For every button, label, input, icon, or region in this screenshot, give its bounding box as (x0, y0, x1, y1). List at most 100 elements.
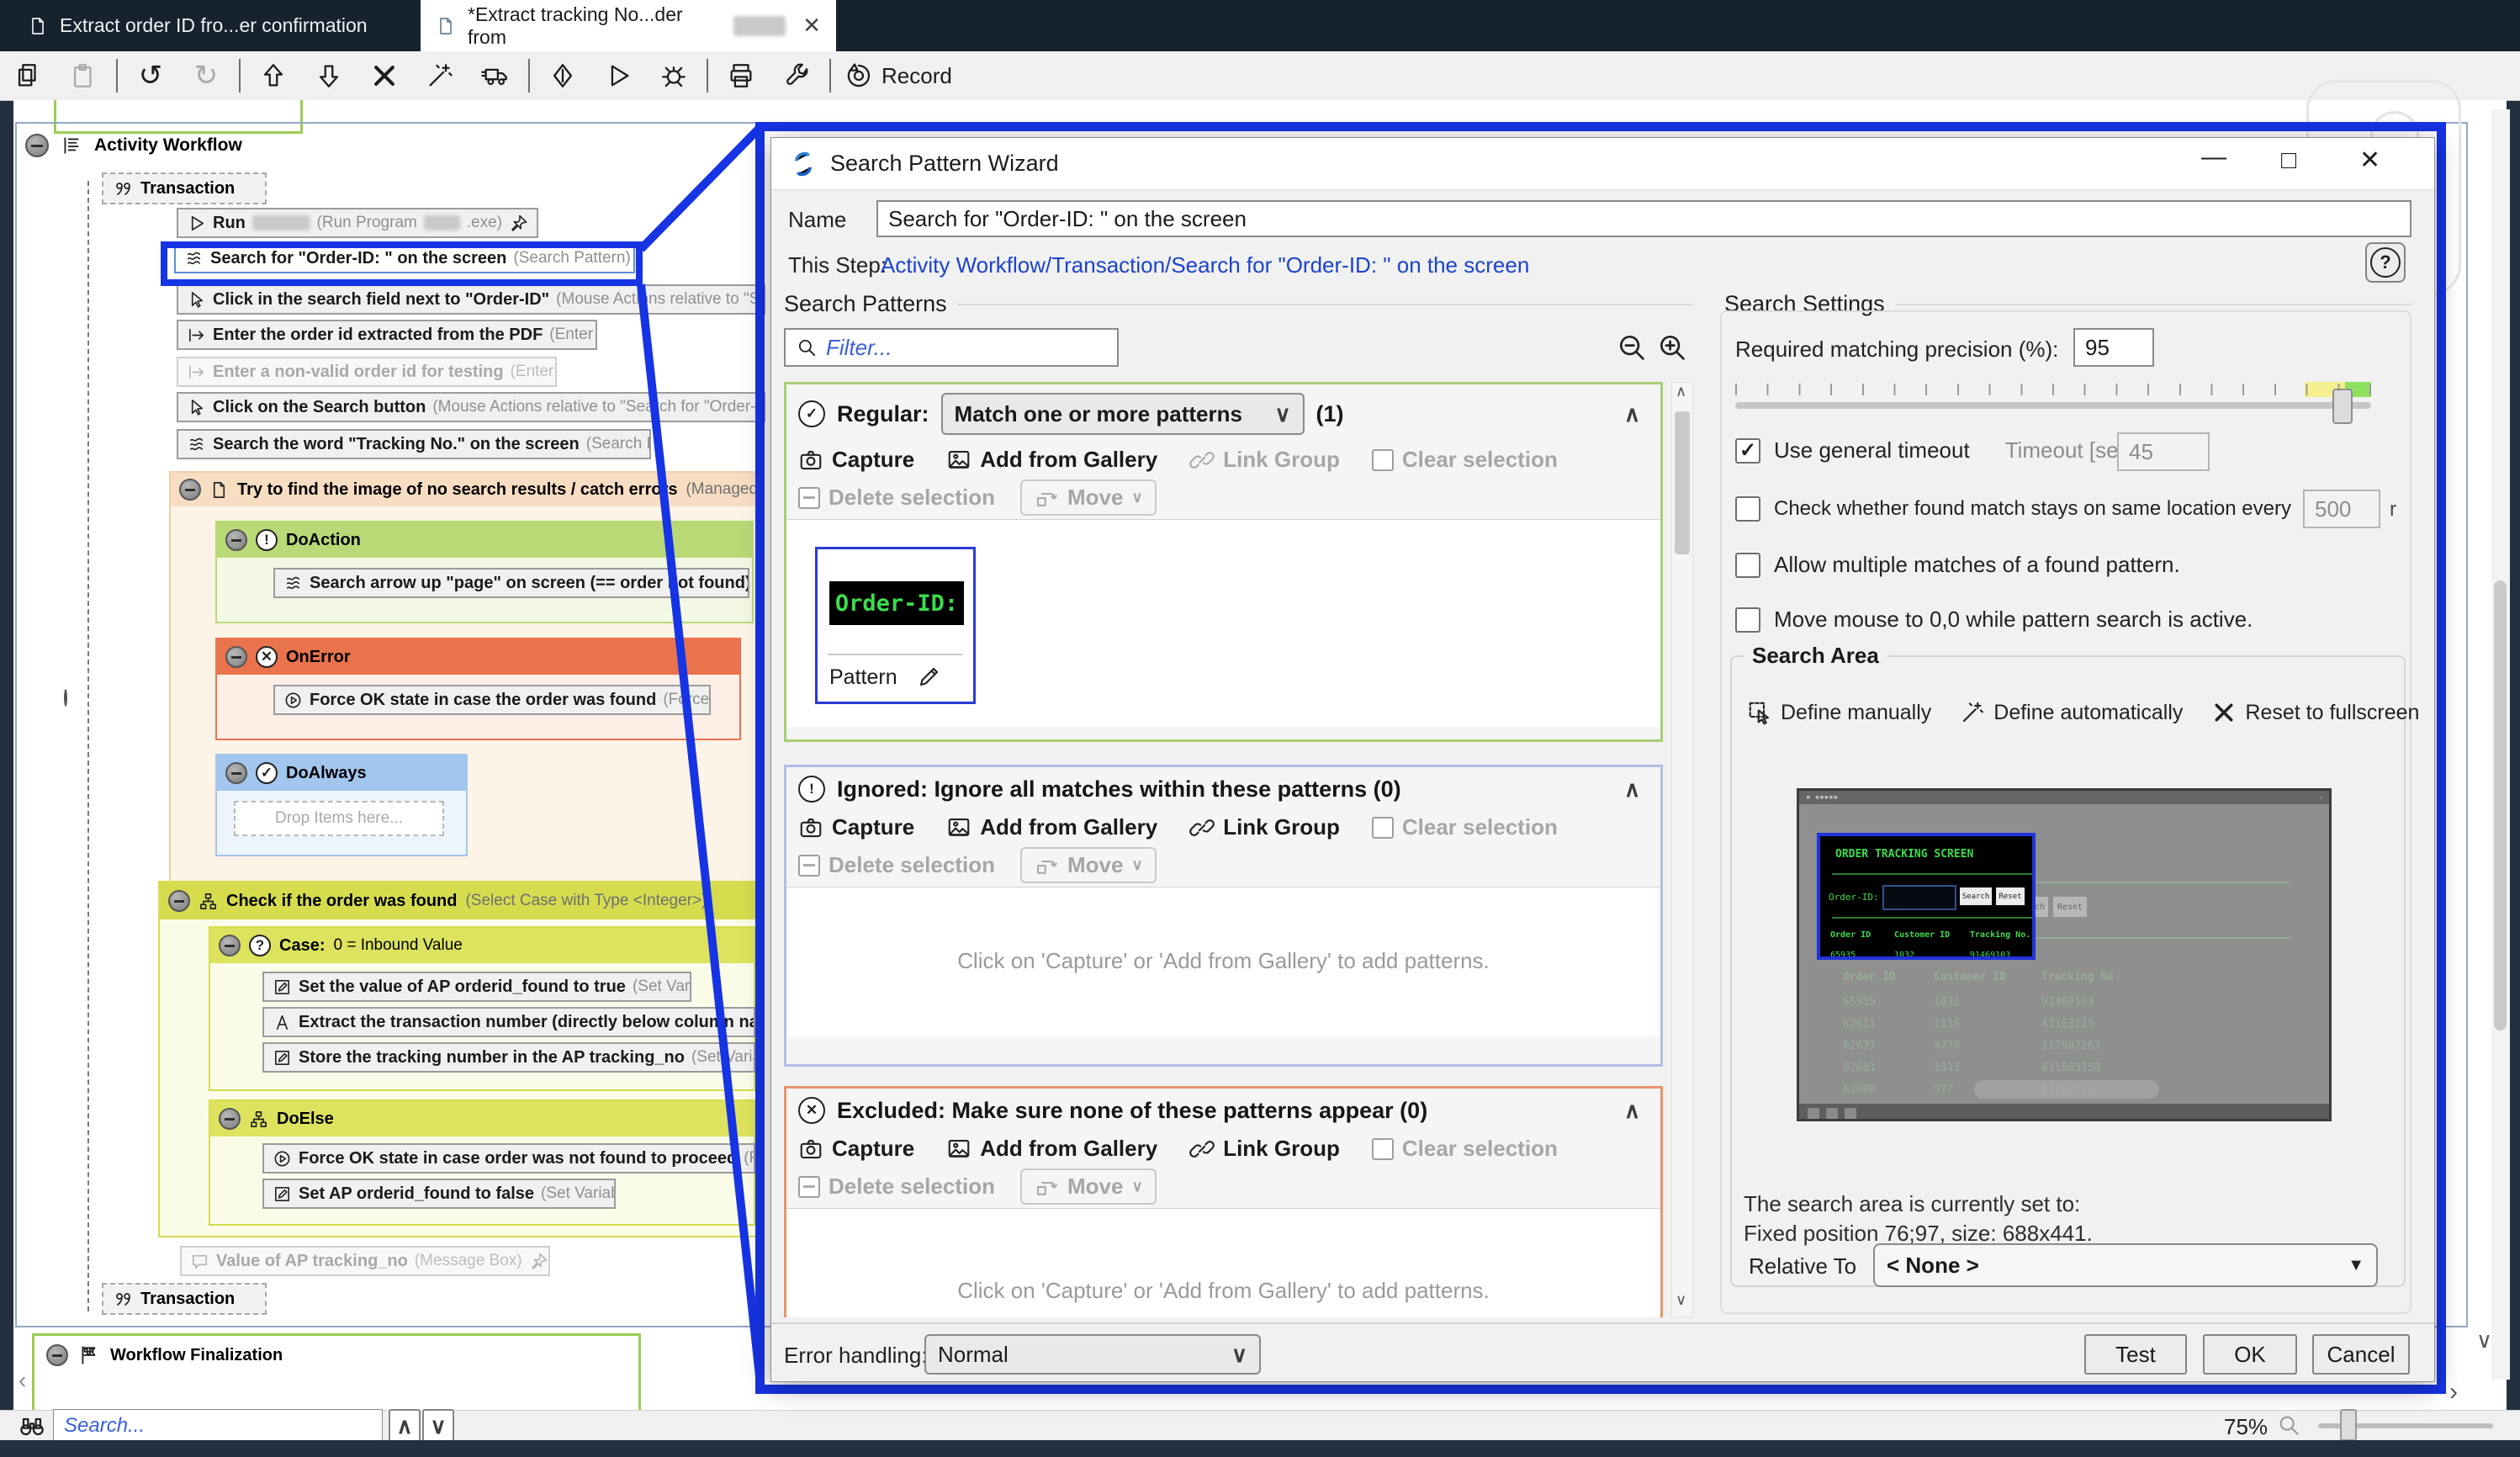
run-button[interactable] (590, 54, 646, 98)
tab-close-icon[interactable]: ✕ (802, 13, 821, 39)
add-from-gallery-button[interactable]: Add from Gallery (946, 447, 1157, 473)
move-mouse-checkbox[interactable] (1735, 607, 1760, 633)
clear-selection-button[interactable]: Clear selection (1372, 814, 1558, 840)
scrollbar-thumb[interactable] (1675, 411, 1690, 554)
tree-item-click-search-button[interactable]: Click on the Search button (Mouse Action… (177, 392, 765, 422)
define-manually-button[interactable]: Define manually (1747, 700, 1931, 725)
reset-fullscreen-button[interactable]: Reset to fullscreen (2211, 700, 2419, 725)
filter-input[interactable]: Filter... (784, 328, 1119, 367)
tree-item-set-orderid-true[interactable]: Set the value of AP orderid_found to tru… (262, 972, 691, 1002)
move-button[interactable]: Move∨ (1020, 847, 1157, 883)
search-next-button[interactable]: ∨ (422, 1409, 454, 1443)
tab-extract-order-id[interactable]: Extract order ID fro...er confirmation (13, 0, 400, 51)
precision-input[interactable]: 95 (2073, 328, 2154, 367)
dialog-title-bar[interactable]: Search Pattern Wizard — □ ✕ (771, 138, 2434, 190)
scroll-down-icon[interactable]: ∨ (2476, 1327, 2492, 1354)
section-excluded-header[interactable]: ✕ Excluded: Make sure none of these patt… (786, 1089, 1660, 1127)
pattern-card[interactable]: Order-ID: Pattern (815, 547, 976, 704)
edit-pencil-icon[interactable] (917, 664, 942, 689)
capture-button[interactable]: Capture (798, 814, 914, 840)
close-icon[interactable]: ✕ (2359, 148, 2380, 173)
tree-item-transaction-2[interactable]: Transaction (102, 1283, 267, 1315)
multiple-matches-checkbox[interactable] (1735, 553, 1760, 578)
container-header-try-catch[interactable]: Try to find the image of no search resul… (171, 473, 759, 506)
name-input[interactable]: Search for "Order-ID: " on the screen (876, 200, 2411, 237)
use-timeout-checkbox[interactable]: ✓ (1735, 438, 1760, 464)
breakpoint-button[interactable] (535, 54, 590, 98)
tree-item-activity-workflow[interactable]: Activity Workflow (25, 134, 242, 157)
clear-selection-button[interactable]: Clear selection (1372, 447, 1558, 473)
print-button[interactable] (713, 54, 769, 98)
patterns-scrollbar[interactable]: ∧ ∨ (1671, 382, 1693, 1317)
wand-button[interactable] (412, 54, 468, 98)
tree-item-store-tracking-number[interactable]: Store the tracking number in the AP trac… (262, 1042, 755, 1073)
error-handling-dropdown[interactable]: Normal ∨ (924, 1334, 1261, 1375)
link-group-button[interactable]: Link Group (1189, 447, 1340, 473)
tree-item-enter-order-id[interactable]: Enter the order id extracted from the PD… (177, 320, 597, 350)
scroll-left-icon[interactable]: ‹ (19, 1367, 26, 1394)
delete-selection-button[interactable]: Delete selection (798, 852, 995, 878)
record-button[interactable]: Record (881, 63, 952, 89)
search-input[interactable]: Search... (53, 1409, 383, 1443)
collapse-icon[interactable] (25, 134, 49, 157)
vertical-scrollbar-thumb[interactable] (2494, 580, 2507, 1030)
move-button[interactable]: Move∨ (1020, 1168, 1157, 1205)
collapse-section-icon[interactable]: ∧ (1624, 776, 1640, 803)
add-from-gallery-button[interactable]: Add from Gallery (946, 814, 1157, 840)
section-regular-header[interactable]: ✓ Regular: Match one or more patterns ∨ … (786, 384, 1660, 438)
zoom-out-icon[interactable] (1616, 331, 1648, 363)
zoom-in-icon[interactable] (1656, 331, 1688, 363)
redo-button[interactable]: ↻ (178, 54, 234, 98)
this-step-link[interactable]: Activity Workflow/Transaction/Search for… (881, 252, 1529, 278)
collapse-section-icon[interactable]: ∧ (1624, 1098, 1640, 1124)
tree-item-workflow-finalization[interactable]: Workflow Finalization (34, 1336, 638, 1375)
help-button[interactable]: ? (2365, 242, 2406, 283)
undo-button[interactable]: ↺ (123, 54, 178, 98)
tree-item-force-ok-notfound[interactable]: Force OK state in case order was not fou… (262, 1143, 755, 1174)
search-area-highlight[interactable]: ORDER TRACKING SCREEN Order-ID: Search R… (1817, 833, 2036, 960)
move-up-button[interactable] (246, 54, 301, 98)
delete-button[interactable] (357, 54, 412, 98)
collapse-icon[interactable] (179, 479, 201, 501)
tree-item-enter-nonvalid-id[interactable]: Enter a non-valid order id for testing (… (177, 357, 557, 387)
delete-selection-button[interactable]: Delete selection (798, 1174, 995, 1200)
section-ignored-header[interactable]: ! Ignored: Ignore all matches within the… (786, 767, 1660, 806)
collapse-icon[interactable] (46, 1344, 68, 1366)
add-from-gallery-button[interactable]: Add from Gallery (946, 1136, 1157, 1162)
tree-item-message-box[interactable]: Value of AP tracking_no (Message Box) (180, 1246, 550, 1276)
tree-item-extract-transaction-number[interactable]: Extract the transaction number (directly… (262, 1007, 755, 1037)
link-group-button[interactable]: Link Group (1189, 814, 1340, 840)
scroll-up-icon[interactable]: ∧ (1676, 383, 1686, 400)
copy-button[interactable] (0, 54, 56, 98)
pin-icon[interactable] (509, 214, 528, 233)
capture-button[interactable]: Capture (798, 1136, 914, 1162)
collapse-icon[interactable] (219, 935, 241, 956)
settings-label[interactable]: Settings (92, 100, 152, 101)
minimize-icon[interactable]: — (2201, 145, 2226, 170)
define-automatically-button[interactable]: Define automatically (1960, 700, 2183, 725)
timeout-input[interactable]: 45 (2117, 432, 2210, 471)
capture-button[interactable]: Capture (798, 447, 914, 473)
test-button[interactable]: Test (2084, 1334, 2187, 1375)
collapse-icon[interactable] (225, 646, 247, 668)
drop-zone[interactable]: Drop Items here... (234, 801, 444, 836)
link-group-button[interactable]: Link Group (1189, 1136, 1340, 1162)
clear-selection-button[interactable]: Clear selection (1372, 1136, 1558, 1162)
container-header-doelse[interactable]: DoElse (210, 1101, 754, 1136)
precision-slider-track[interactable] (1735, 402, 2371, 409)
collapse-icon[interactable] (168, 890, 190, 912)
match-mode-dropdown[interactable]: Match one or more patterns ∨ (941, 393, 1305, 435)
scroll-right-icon[interactable]: › (2449, 1378, 2458, 1407)
cancel-button[interactable]: Cancel (2312, 1334, 2410, 1375)
zoom-slider-thumb[interactable] (2340, 1409, 2357, 1441)
maximize-icon[interactable]: □ (2281, 148, 2296, 173)
add-icon[interactable]: + (278, 100, 290, 103)
collapse-icon[interactable] (64, 689, 67, 707)
move-button[interactable]: Move∨ (1020, 479, 1157, 516)
collapse-icon[interactable] (219, 1108, 241, 1130)
search-prev-button[interactable]: ∧ (389, 1409, 421, 1443)
collapse-section-icon[interactable]: ∧ (1624, 401, 1640, 427)
pin-filled-icon[interactable] (529, 1252, 548, 1271)
scroll-down-icon[interactable]: ∨ (1676, 1291, 1686, 1309)
precision-slider-thumb[interactable] (2332, 389, 2353, 424)
